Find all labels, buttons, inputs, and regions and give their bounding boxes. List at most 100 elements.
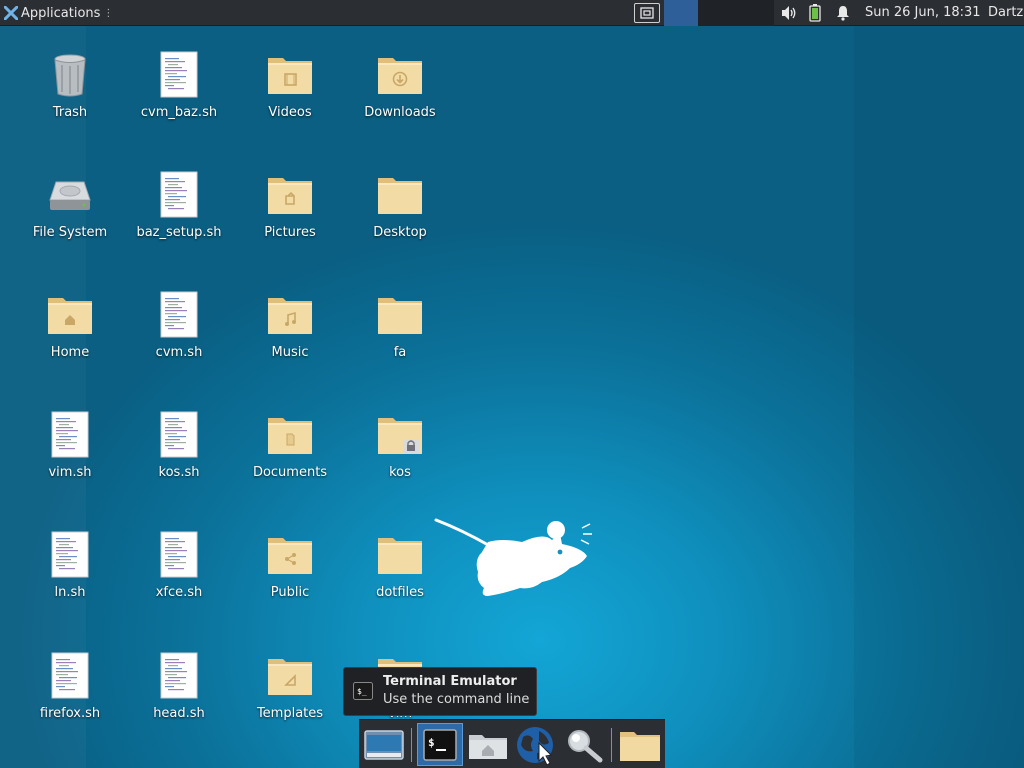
desktop-icon-label: head.sh xyxy=(153,706,205,721)
folder-downloads-icon xyxy=(378,58,422,94)
svg-text:$_: $_ xyxy=(357,687,367,696)
desktop-icon-downloads[interactable]: Downloads xyxy=(345,50,455,120)
xfce-logo-icon xyxy=(4,6,18,20)
user-menu[interactable]: Dartz xyxy=(988,0,1023,26)
script-file-icon xyxy=(160,51,198,98)
script-file-icon xyxy=(51,652,89,699)
app-finder-icon xyxy=(568,729,603,762)
desktop-icon-xfce-sh[interactable]: xfce.sh xyxy=(124,530,234,600)
desktop-icon-kos[interactable]: kos xyxy=(345,410,455,480)
script-file-icon xyxy=(160,531,198,578)
desktop-icon-documents[interactable]: Documents xyxy=(235,410,345,480)
desktop-icon-music[interactable]: Music xyxy=(235,290,345,360)
desktop-icon-label: kos xyxy=(389,465,411,480)
show-desktop-icon xyxy=(364,729,404,760)
applications-label: Applications xyxy=(21,5,101,21)
desktop-icon-label: File System xyxy=(32,225,108,240)
applications-menu-button[interactable]: Applications ⋮ xyxy=(0,0,117,26)
folder-icon xyxy=(378,298,422,334)
desktop-icon-label: cvm.sh xyxy=(155,345,203,360)
folder-templates-icon xyxy=(268,659,312,695)
desktop-icon-cvm-baz-sh[interactable]: cvm_baz.sh xyxy=(124,50,234,120)
dock-separator xyxy=(411,728,412,762)
folder-icon xyxy=(378,538,422,574)
dock-file-manager-button[interactable] xyxy=(465,723,511,766)
terminal-tooltip: $_ Terminal Emulator Use the command lin… xyxy=(343,667,537,716)
xfce-mouse-logo-icon xyxy=(434,518,592,596)
desktop-icon-vim-sh[interactable]: vim.sh xyxy=(15,410,125,480)
dock-web-browser-button[interactable] xyxy=(513,723,559,766)
folder-home-icon xyxy=(48,298,92,334)
desktop-icon-label: ln.sh xyxy=(54,585,86,600)
folder-public-icon xyxy=(268,538,312,574)
desktop-icon-templates[interactable]: Templates xyxy=(235,651,345,721)
dock-show-desktop-button[interactable] xyxy=(361,723,407,766)
folder-locked-icon xyxy=(378,418,422,454)
desktop-icon-label: Desktop xyxy=(373,225,427,240)
folder-icon xyxy=(620,731,660,761)
desktop-icon-label: cvm_baz.sh xyxy=(140,105,218,120)
desktop-icon-label: Downloads xyxy=(364,105,436,120)
script-file-icon xyxy=(160,291,198,338)
desktop-icon-label: fa xyxy=(393,345,407,360)
script-file-icon xyxy=(160,411,198,458)
clock[interactable]: Sun 26 Jun, 18:31 xyxy=(865,0,981,26)
tooltip-title: Terminal Emulator xyxy=(383,674,517,689)
desktop-icon-cvm-sh[interactable]: cvm.sh xyxy=(124,290,234,360)
desktop-icon-head-sh[interactable]: head.sh xyxy=(124,651,234,721)
top-panel: Applications ⋮ Sun 26 Jun, 18:31 Dartz xyxy=(0,0,1024,26)
file-manager-icon xyxy=(469,734,507,759)
desktop-icon-baz-setup-sh[interactable]: baz_setup.sh xyxy=(124,170,234,240)
folder-icon xyxy=(378,178,422,214)
workspace-4-button[interactable] xyxy=(766,0,774,26)
desktop-icon-desktop[interactable]: Desktop xyxy=(345,170,455,240)
desktop-icon-videos[interactable]: Videos xyxy=(235,50,345,120)
desktop-icon-public[interactable]: Public xyxy=(235,530,345,600)
svg-text:$: $ xyxy=(428,736,435,749)
desktop-icon-firefox-sh[interactable]: firefox.sh xyxy=(15,651,125,721)
script-file-icon xyxy=(160,652,198,699)
desktop-icon-label: Public xyxy=(270,585,310,600)
wallpaper-band xyxy=(854,26,1024,768)
script-file-icon xyxy=(51,531,89,578)
dock-folder-button[interactable] xyxy=(617,723,663,766)
desktop-icon-label: baz_setup.sh xyxy=(136,225,222,240)
desktop-icon-label: firefox.sh xyxy=(39,706,101,721)
desktop-icon-label: Music xyxy=(271,345,309,360)
desktop-icon-label: Templates xyxy=(256,706,324,721)
desktop-icon-label: vim.sh xyxy=(48,465,92,480)
battery-icon[interactable] xyxy=(809,4,821,22)
desktop-icon-label: Home xyxy=(50,345,90,360)
script-file-icon xyxy=(51,411,89,458)
script-file-icon xyxy=(160,171,198,218)
tooltip-subtitle: Use the command line xyxy=(383,692,530,707)
desktop-icon-file-system[interactable]: File System xyxy=(15,170,125,240)
web-browser-icon xyxy=(517,726,553,765)
desktop-icon-trash[interactable]: Trash xyxy=(15,50,125,120)
desktop-icon-pictures[interactable]: Pictures xyxy=(235,170,345,240)
terminal-icon: $_ xyxy=(353,682,373,700)
folder-pictures-icon xyxy=(268,178,312,214)
notification-bell-icon[interactable] xyxy=(835,5,851,21)
workspace-3-button[interactable] xyxy=(732,0,766,26)
window-icon xyxy=(640,7,654,19)
volume-icon[interactable] xyxy=(780,5,798,21)
window-buttons-icon[interactable] xyxy=(634,3,660,23)
desktop-icon-kos-sh[interactable]: kos.sh xyxy=(124,410,234,480)
desktop-icon-label: Pictures xyxy=(264,225,316,240)
trash-icon xyxy=(54,54,86,97)
desktop-icon-label: Videos xyxy=(268,105,312,120)
desktop-icon-home[interactable]: Home xyxy=(15,290,125,360)
dock-terminal-button[interactable]: $ xyxy=(417,723,463,766)
workspace-2-button[interactable] xyxy=(698,0,732,26)
desktop-icon-label: kos.sh xyxy=(158,465,200,480)
dock-app-finder-button[interactable] xyxy=(561,723,607,766)
workspace-1-button[interactable] xyxy=(664,0,698,26)
desktop-icon-label: Trash xyxy=(52,105,88,120)
hard-drive-icon xyxy=(49,181,91,210)
desktop-icon-label: Documents xyxy=(252,465,328,480)
desktop-icon-label: xfce.sh xyxy=(155,585,203,600)
terminal-icon: $ xyxy=(423,728,457,761)
desktop-icon-ln-sh[interactable]: ln.sh xyxy=(15,530,125,600)
desktop-icon-fa[interactable]: fa xyxy=(345,290,455,360)
